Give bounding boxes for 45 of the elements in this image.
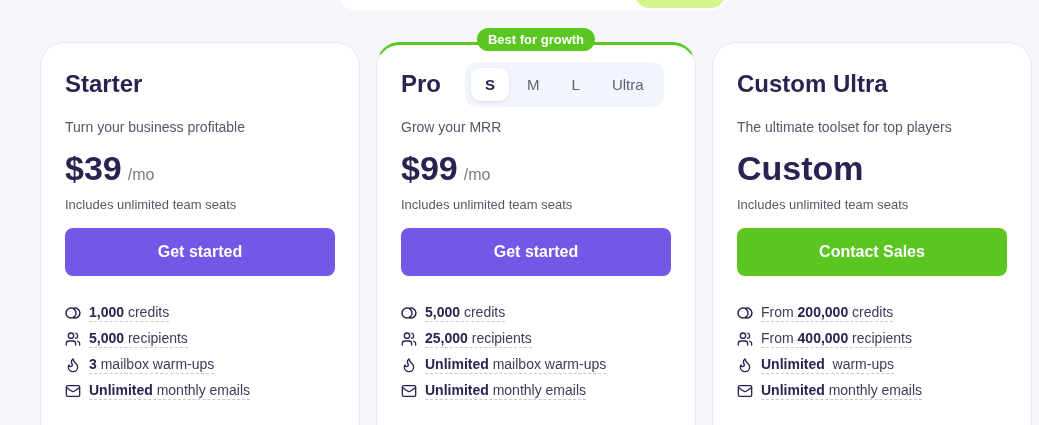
mail-icon [65, 383, 81, 399]
feature-text: Unlimited mailbox warm-ups [425, 356, 607, 374]
cta-button[interactable]: Get started [401, 228, 671, 276]
feature-text: Unlimited monthly emails [761, 382, 923, 400]
plan-price: Custom [737, 149, 864, 188]
feature-text: 5,000 recipients [89, 330, 188, 348]
cta-button[interactable]: Get started [65, 228, 335, 276]
users-icon [65, 331, 81, 347]
plan-title: Pro [401, 70, 441, 98]
feature-text: From 400,000 recipients [761, 330, 912, 348]
feature-text: 25,000 recipients [425, 330, 532, 348]
plan-price: $39 [65, 149, 122, 188]
feature-text: 1,000 credits [89, 304, 170, 322]
flame-icon [65, 357, 81, 373]
flame-icon [737, 357, 753, 373]
plan-tagline: Grow your MRR [401, 119, 503, 135]
size-tab[interactable]: L [557, 67, 594, 101]
plan-title: Custom Ultra [737, 70, 888, 98]
users-icon [401, 331, 417, 347]
plan-title: Starter [65, 70, 143, 98]
seats-note: Includes unlimited team seats [737, 197, 910, 212]
price-period: /mo [127, 166, 155, 184]
size-tab[interactable]: M [513, 67, 554, 101]
size-tab[interactable]: Ultra [597, 67, 658, 101]
mail-icon [401, 383, 417, 399]
feature-text: 5,000 credits [425, 304, 506, 322]
feature-text: From 200,000 credits [761, 304, 894, 322]
users-icon [737, 331, 753, 347]
feature-text: Unlimited monthly emails [89, 382, 251, 400]
feature-text: Unlimited warm-ups [761, 356, 894, 374]
plan-tagline: The ultimate toolset for top players [737, 119, 953, 135]
price-period: /mo [463, 166, 491, 184]
coins-icon [401, 305, 417, 321]
feature-text: Unlimited monthly emails [425, 382, 587, 400]
coins-icon [65, 305, 81, 321]
mail-icon [737, 383, 753, 399]
seats-note: Includes unlimited team seats [65, 197, 238, 212]
size-tab[interactable]: S [471, 67, 510, 101]
plan-tagline: Turn your business profitable [65, 119, 247, 135]
coins-icon [737, 305, 753, 321]
plan-price: $99 [401, 149, 458, 188]
plan-badge: Best for growth [476, 28, 596, 51]
flame-icon [401, 357, 417, 373]
feature-text: 3 mailbox warm-ups [89, 356, 215, 374]
seats-note: Includes unlimited team seats [401, 197, 574, 212]
